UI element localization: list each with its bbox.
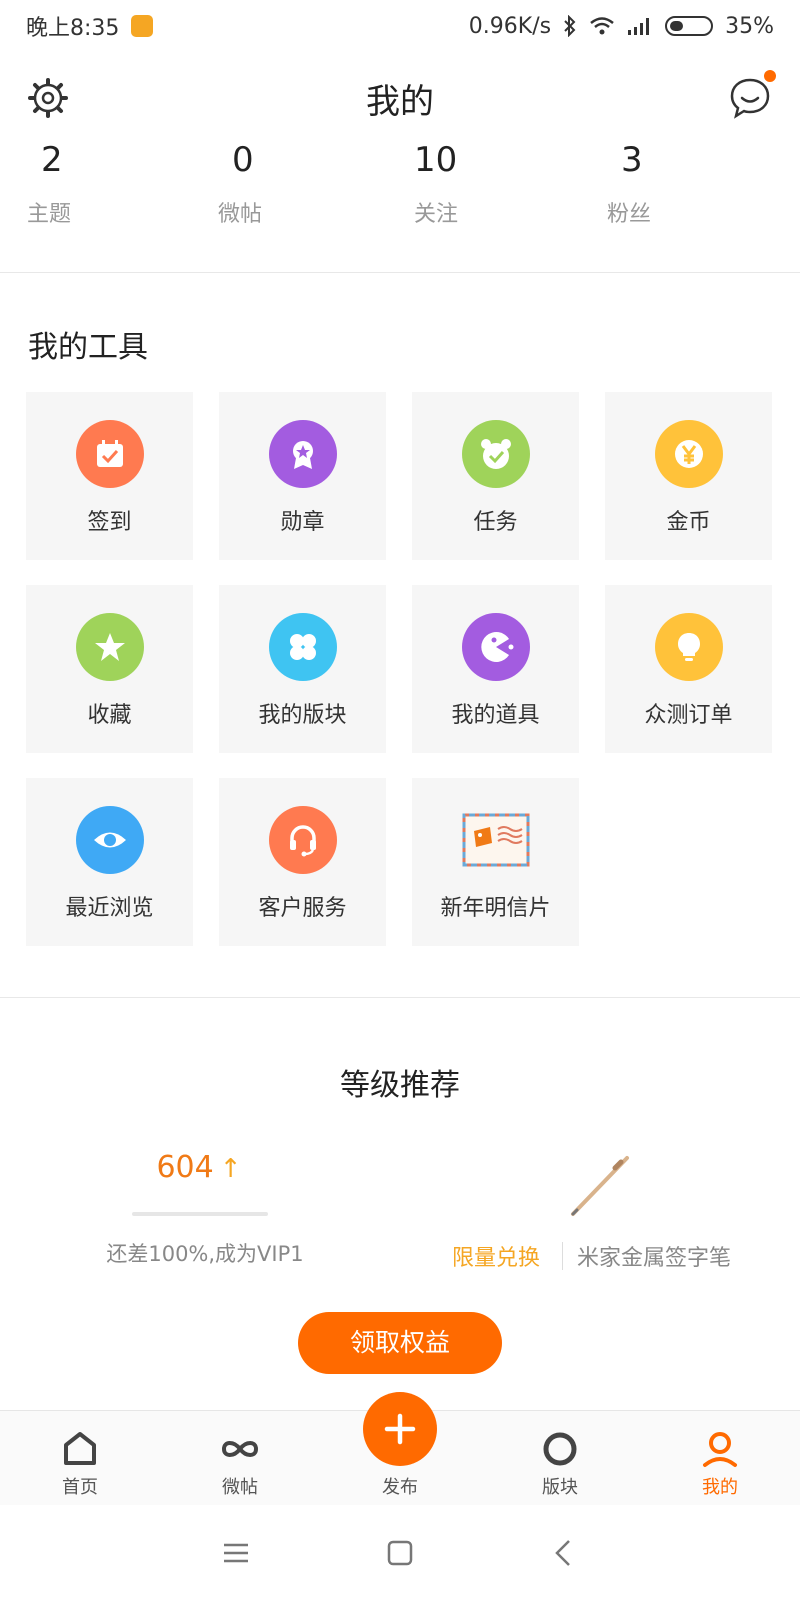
nav-mine[interactable]: 我的 [660, 1411, 780, 1506]
clover-icon [268, 613, 337, 681]
score-value: 604 [156, 1150, 214, 1185]
calendar-check-icon [75, 420, 144, 488]
ring-icon [543, 1432, 577, 1466]
tool-label: 勋章 [280, 510, 325, 535]
limited-exchange-link[interactable]: 限量兑换 [452, 1240, 540, 1272]
home-icon [64, 1432, 96, 1465]
tool-my-boards[interactable]: 我的版块 [219, 585, 386, 753]
tool-customer-service[interactable]: 客户服务 [219, 778, 386, 946]
star-icon [75, 613, 144, 681]
product-name[interactable]: 米家金属签字笔 [577, 1240, 731, 1272]
tool-label: 客户服务 [258, 896, 347, 921]
headset-icon [268, 806, 337, 874]
stat-topics[interactable]: 2 主题 [27, 140, 147, 228]
medal-icon [268, 420, 337, 488]
tool-favorites[interactable]: 收藏 [26, 585, 193, 753]
tool-label: 众测订单 [644, 703, 733, 728]
header: 我的 [0, 60, 800, 140]
battery-percent: 35% [725, 13, 774, 39]
system-nav-bar [0, 1505, 800, 1600]
status-bar: 晚上8:35 0.96K/s 35% [0, 0, 800, 52]
stat-value: 10 [414, 140, 458, 180]
stat-value: 2 [41, 140, 63, 180]
tool-checkin[interactable]: 签到 [26, 392, 193, 560]
battery-icon [665, 16, 714, 36]
unread-dot [764, 70, 776, 82]
menu-icon[interactable] [216, 1533, 256, 1573]
stat-posts[interactable]: 0 微帖 [218, 140, 338, 228]
yuan-coin-icon [654, 420, 723, 488]
vip-hint: 还差100%,成为VIP1 [106, 1242, 304, 1266]
app-notification-icon [131, 15, 154, 37]
nav-label: 首页 [62, 1477, 98, 1498]
nav-label: 微帖 [222, 1477, 258, 1498]
tool-label: 我的版块 [258, 703, 347, 728]
nav-boards[interactable]: 版块 [500, 1411, 620, 1506]
home-square-icon[interactable] [380, 1533, 420, 1573]
stat-label: 关注 [414, 202, 459, 227]
tool-coins[interactable]: 金币 [605, 392, 772, 560]
publish-fab[interactable] [363, 1392, 437, 1466]
level-score: 604 ↑ [130, 1150, 268, 1185]
vertical-separator [562, 1242, 563, 1270]
stat-value: 3 [621, 140, 643, 180]
stat-label: 粉丝 [607, 202, 652, 227]
status-time: 晚上8:35 [26, 16, 120, 41]
tool-label: 最近浏览 [65, 896, 154, 921]
stat-following[interactable]: 10 关注 [414, 140, 534, 228]
network-speed: 0.96K/s [468, 13, 552, 39]
tool-label: 收藏 [87, 703, 132, 728]
tool-label: 我的道具 [451, 703, 540, 728]
pen-product-image[interactable] [565, 1150, 635, 1220]
tool-medals[interactable]: 勋章 [219, 392, 386, 560]
tool-new-year-card[interactable]: 新年明信片 [412, 778, 579, 946]
tools-section-title: 我的工具 [28, 330, 148, 365]
tool-label: 金币 [666, 510, 711, 535]
profile-stats: 2 主题 0 微帖 10 关注 3 粉丝 [0, 140, 800, 270]
task-check-icon [461, 420, 530, 488]
nav-home[interactable]: 首页 [20, 1411, 140, 1506]
user-icon [703, 1432, 737, 1467]
eye-icon [75, 806, 144, 874]
stat-value: 0 [232, 140, 254, 180]
level-progress-bar [132, 1212, 268, 1216]
messages-button[interactable] [726, 70, 776, 122]
signal-icon [628, 18, 650, 35]
stat-label: 主题 [27, 202, 72, 227]
wifi-icon [590, 17, 614, 35]
infinity-icon [221, 1441, 259, 1457]
divider [0, 272, 800, 273]
back-icon[interactable] [544, 1533, 584, 1573]
postcard-icon [462, 806, 530, 874]
nav-label: 发布 [382, 1477, 418, 1498]
tool-label: 签到 [87, 510, 132, 535]
tool-recent[interactable]: 最近浏览 [26, 778, 193, 946]
lightbulb-icon [654, 613, 723, 681]
tool-beta-orders[interactable]: 众测订单 [605, 585, 772, 753]
tool-my-props[interactable]: 我的道具 [412, 585, 579, 753]
tool-label: 任务 [473, 510, 518, 535]
bluetooth-icon [564, 15, 576, 37]
pacman-icon [461, 613, 530, 681]
stat-followers[interactable]: 3 粉丝 [607, 140, 727, 228]
tool-label: 新年明信片 [440, 896, 551, 921]
claim-benefits-button[interactable]: 领取权益 [298, 1312, 502, 1374]
nav-label: 我的 [702, 1477, 738, 1498]
nav-label: 版块 [542, 1477, 578, 1498]
stat-label: 微帖 [218, 202, 263, 227]
nav-posts[interactable]: 微帖 [180, 1411, 300, 1506]
page-title: 我的 [366, 82, 434, 122]
tool-tasks[interactable]: 任务 [412, 392, 579, 560]
plus-icon [384, 1413, 416, 1445]
divider [0, 997, 800, 998]
level-section-title: 等级推荐 [340, 1068, 460, 1103]
up-arrow-icon: ↑ [219, 1154, 242, 1184]
